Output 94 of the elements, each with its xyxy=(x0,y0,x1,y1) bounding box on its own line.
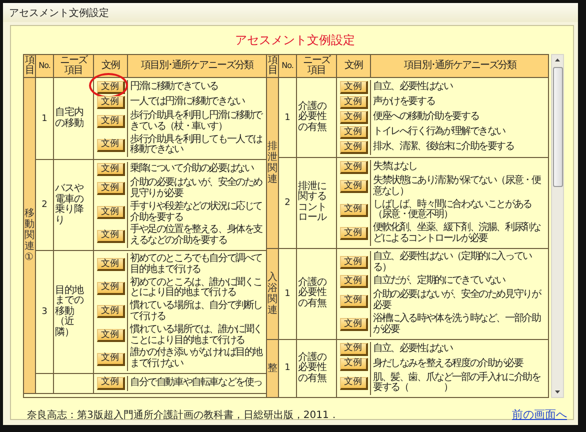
column-header: 項目 xyxy=(24,55,36,77)
scrollbar[interactable] xyxy=(551,54,564,398)
example-button[interactable]: 文例 xyxy=(96,81,124,94)
example-button[interactable]: 文例 xyxy=(340,81,368,94)
example-button[interactable]: 文例 xyxy=(340,111,368,124)
scrollbar-thumb[interactable] xyxy=(552,67,562,187)
classification-text: 便軟化剤、坐薬、緩下剤、浣腸、利尿剤などによるコントロールが必要 xyxy=(373,223,542,245)
example-button[interactable]: 文例 xyxy=(96,96,124,109)
example-button[interactable]: 文例 xyxy=(340,141,368,154)
classification-text: 初めてのところは、誰かに聞くことにより目的地まで行ける xyxy=(130,278,264,300)
example-button[interactable]: 文例 xyxy=(340,180,368,194)
example-button[interactable]: 文例 xyxy=(96,282,124,295)
row-number: 1 xyxy=(42,114,48,124)
example-button[interactable]: 文例 xyxy=(96,352,124,366)
need-item: 介護の必要性の有無 xyxy=(298,278,328,310)
row-number: 3 xyxy=(42,306,48,317)
classification-text: 身だしなみを整える程度の介助が必要 xyxy=(373,358,523,370)
example-button[interactable]: 文例 xyxy=(96,206,124,220)
classification-text: 歩行介助具を利用しても一人では移動できない xyxy=(130,134,264,156)
need-item: 排泄に関するコントロール xyxy=(298,182,328,224)
example-button[interactable]: 文例 xyxy=(340,161,368,174)
example-button[interactable]: 文例 xyxy=(96,376,124,390)
example-button[interactable]: 文例 xyxy=(96,230,124,243)
example-button[interactable]: 文例 xyxy=(340,275,368,288)
column-header: 項目別･通所ケアニーズ分類 xyxy=(128,55,266,77)
need-item: 介護の必要性の有無 xyxy=(298,352,328,384)
example-button[interactable]: 文例 xyxy=(96,138,124,152)
row-number: 2 xyxy=(284,198,290,208)
example-button[interactable]: 文例 xyxy=(340,256,368,270)
column-header: 項目 xyxy=(267,55,279,77)
example-button[interactable]: 文例 xyxy=(96,258,124,272)
example-button[interactable]: 文例 xyxy=(96,163,124,176)
column-header: 文例 xyxy=(94,55,128,77)
classification-text: 便座への移動介助を要する xyxy=(373,112,479,123)
classification-text: 歩行介助具を利用し円滑に移動できている（杖・車いす） xyxy=(130,111,264,133)
example-button[interactable]: 文例 xyxy=(96,115,124,128)
row-number: 1 xyxy=(284,112,290,122)
classification-text: 自立、必要性はない xyxy=(373,82,452,93)
classification-text: 初めてのところでも自分で調べて目的地まで行ける xyxy=(130,254,264,276)
example-button[interactable]: 文例 xyxy=(340,96,368,109)
classification-text: 声かけを要する xyxy=(373,97,435,108)
category-label: 排泄関連 xyxy=(268,140,278,185)
example-button[interactable]: 文例 xyxy=(96,182,124,196)
classification-text: 一人では円滑に移動できない xyxy=(130,97,244,108)
classification-text: 自立、必要性はない（定期的に入っている） xyxy=(373,252,533,274)
column-header: No. xyxy=(36,55,54,77)
classification-text: トイレへ行く行為が理解できない xyxy=(373,127,506,138)
category-label: 整 xyxy=(268,362,278,374)
classification-text: 介助の必要はないが、安全のため見守りが必要 xyxy=(130,178,264,200)
classification-text: 慣れている場所は、自分で判断して行ける xyxy=(130,301,264,323)
classification-text: 誰かの付き添いがなければ目的地まで行けない xyxy=(130,348,264,370)
example-button[interactable]: 文例 xyxy=(96,329,124,342)
column-header: ニーズ項目 xyxy=(54,55,94,77)
classification-text: 排水、清潔、後始末に介助を要する xyxy=(373,142,514,153)
example-button[interactable]: 文例 xyxy=(340,342,368,356)
classification-text: 円滑に移動できている xyxy=(130,82,218,93)
back-link[interactable]: 前の画面へ xyxy=(512,407,567,422)
example-button[interactable]: 文例 xyxy=(96,305,124,318)
row-number: 1 xyxy=(284,363,290,374)
classification-text: 手や足の位置を整える、身体を支えるなどの介助を要する xyxy=(130,225,264,247)
example-button[interactable]: 文例 xyxy=(340,227,368,240)
window-title: アセスメント文例設定 xyxy=(9,6,109,20)
classification-text: 自立、必要性はない xyxy=(373,344,452,354)
row-number: 1 xyxy=(284,288,290,299)
column-header: 文例 xyxy=(337,55,371,77)
example-button[interactable]: 文例 xyxy=(340,318,368,332)
category-label: 移動関連① xyxy=(24,208,34,263)
page-heading: アセスメント文例設定 xyxy=(235,32,355,49)
classification-text: 失禁はなし xyxy=(373,162,418,173)
column-header: 項目別･通所ケアニーズ分類 xyxy=(371,55,548,77)
classification-text: 自立だが、定期的にできていない xyxy=(373,276,506,288)
need-item: 自宅内の移動 xyxy=(55,108,84,130)
classification-text: 失禁状態にあり清潔が保てない（尿意・便意なし） xyxy=(373,176,542,198)
need-item: バスや電車の乗り降り xyxy=(55,184,84,226)
classification-text: しばしば、時々間に合わないことがある（尿意・便意不明） xyxy=(373,200,532,222)
classification-text: 浴槽に入る時や体を洗う時など、一部介助が必要 xyxy=(373,314,542,336)
column-header: ニーズ項目 xyxy=(297,55,337,77)
classification-text: 自分で自動車や自転車などを使っ xyxy=(130,378,262,389)
column-header: No. xyxy=(279,55,297,77)
need-item: 目的地までの移動（近隣） xyxy=(55,286,85,338)
example-button[interactable]: 文例 xyxy=(340,204,368,217)
classification-text: 肌、髪、歯、爪など一部の手入れに介助を要する（ ） xyxy=(373,372,542,394)
example-button[interactable]: 文例 xyxy=(340,126,368,139)
classification-text: 乗降について介助の必要はない xyxy=(130,164,254,176)
example-button[interactable]: 文例 xyxy=(340,376,368,390)
example-button[interactable]: 文例 xyxy=(340,294,368,308)
citation-text: 奈良高志：第3版超入門通所介護計画の教科書，日総研出版，2011． xyxy=(27,408,339,422)
category-label: 入浴関連 xyxy=(268,272,278,316)
classification-text: 介助の必要はないが、安全のため見守りが必要 xyxy=(373,290,542,312)
classification-text: 手すりや段差などの状況に応じて介助を要する xyxy=(130,202,264,224)
classification-text: 慣れている場所では、誰かに聞くことにより目的地まで行ける xyxy=(130,324,264,346)
need-item: 介護の必要性の有無 xyxy=(298,102,328,134)
example-button[interactable]: 文例 xyxy=(340,358,368,371)
row-number: 2 xyxy=(42,200,48,210)
